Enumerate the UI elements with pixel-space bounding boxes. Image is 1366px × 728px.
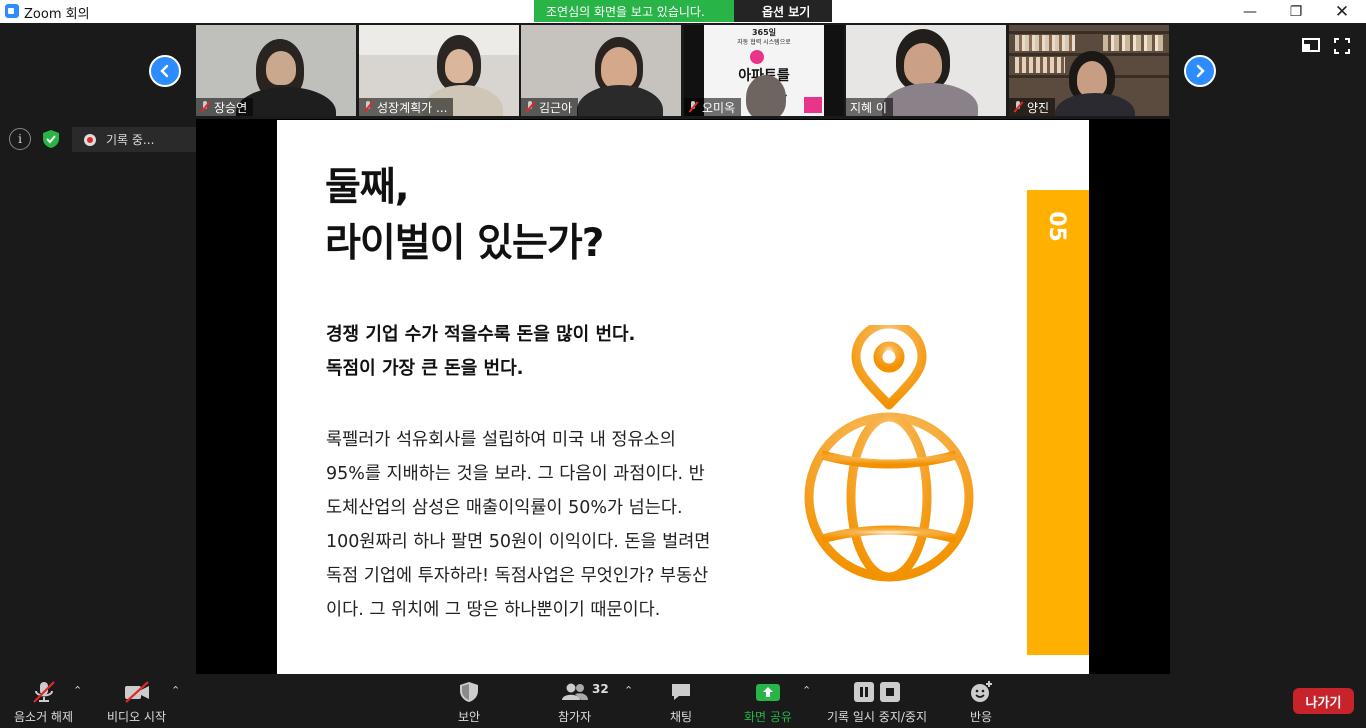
recording-indicator: 기록 중... (72, 127, 196, 152)
slide-heading: 둘째, 라이벌이 있는가? (325, 165, 604, 266)
participant-name-label: 지혜 이 (846, 98, 893, 116)
previous-page-button[interactable] (149, 55, 181, 87)
participant-name-label: 오미옥 (684, 98, 742, 116)
mic-muted-icon (363, 101, 373, 113)
view-options-label: 옵션 보기 (762, 5, 811, 19)
video-tile[interactable]: 지혜 이 (846, 25, 1006, 116)
window-title: Zoom 회의 (24, 7, 90, 22)
microphone-muted-icon (32, 681, 55, 703)
mic-muted-icon (200, 101, 210, 113)
security-label: 보안 (458, 710, 481, 724)
participants-options-caret[interactable]: ⌃ (624, 684, 633, 697)
fullscreen-icon[interactable] (1334, 38, 1350, 54)
slide-subheading: 경쟁 기업 수가 적을수록 돈을 많이 번다. 독점이 가장 큰 돈을 번다. (326, 324, 636, 379)
participant-name: 장승연 (214, 100, 248, 115)
video-tile[interactable]: 장승연 (196, 25, 356, 116)
participants-label: 참가자 (558, 710, 592, 724)
participant-video (746, 75, 786, 116)
participant-name: 오미옥 (702, 100, 736, 115)
chat-bubble-icon (672, 684, 690, 700)
chevron-right-icon (1196, 64, 1205, 78)
encryption-shield-icon[interactable] (40, 128, 62, 150)
restore-button[interactable]: ❐ (1273, 0, 1319, 23)
video-options-caret[interactable]: ⌃ (171, 684, 180, 697)
slide-body: 록펠러가 석유회사를 설립하여 미국 내 정유소의 95%를 지배하는 것을 보… (326, 430, 711, 620)
participant-name: 지혜 이 (850, 100, 887, 115)
reactions-button[interactable]: 반응 (969, 680, 993, 725)
participant-name-label: 성장계획가 ... (359, 98, 454, 116)
close-button[interactable]: ✕ (1319, 0, 1365, 23)
audio-options-caret[interactable]: ⌃ (73, 684, 82, 697)
chevron-left-icon (160, 64, 169, 78)
pause-icon (854, 682, 874, 702)
recording-status: 기록 중... (106, 133, 155, 147)
start-video-button[interactable]: 비디오 시작 (107, 680, 166, 725)
participant-name: 김근아 (539, 100, 573, 115)
participant-name: 성장계획가 ... (377, 100, 448, 115)
participants-icon (561, 683, 588, 700)
shared-screen: 둘째, 라이벌이 있는가? 경쟁 기업 수가 적을수록 돈을 많이 번다. 독점… (196, 119, 1170, 674)
slide-page-number: 05 (1043, 211, 1069, 242)
unmute-button[interactable]: 음소거 해제 (14, 680, 73, 725)
participant-name-label: 양진 (1009, 98, 1056, 116)
participant-name-label: 김근아 (521, 98, 579, 116)
video-tile[interactable]: 365일 자동 협력 시스템으로 아파트를 다 오미옥 (684, 25, 844, 116)
share-options-caret[interactable]: ⌃ (802, 684, 811, 697)
reactions-label: 반응 (969, 710, 993, 724)
stop-icon (880, 682, 900, 702)
video-camera-off-icon (124, 681, 149, 703)
viewing-screen-text: 조연심의 화면을 보고 있습니다. (534, 0, 734, 22)
participants-button[interactable]: 참가자 (558, 680, 591, 725)
reaction-smiley-icon (971, 681, 992, 702)
mic-muted-icon (1013, 101, 1023, 113)
chat-button[interactable]: 채팅 (669, 680, 693, 725)
recording-controls-button[interactable]: 기록 일시 중지/중지 (827, 680, 927, 725)
view-options-button[interactable]: 옵션 보기 ⌄ (734, 0, 832, 34)
chat-label: 채팅 (669, 710, 693, 724)
unmute-label: 음소거 해제 (14, 710, 74, 724)
share-screen-icon (755, 684, 780, 701)
globe-location-icon (804, 325, 974, 582)
zoom-app-icon (5, 4, 19, 18)
record-icon (84, 133, 96, 146)
participant-count: 32 (592, 682, 609, 696)
mic-muted-icon (688, 101, 698, 113)
mic-muted-icon (525, 101, 535, 113)
share-screen-label: 화면 공유 (744, 710, 792, 724)
share-banner: 조연심의 화면을 보고 있습니다. 옵션 보기 ⌄ (534, 0, 832, 34)
participant-name-label: 장승연 (196, 98, 254, 116)
meeting-toolbar: 음소거 해제 ⌃ 비디오 시작 ⌃ 보안 참가자 32 ⌃ 채팅 화면 공유 ⌃… (0, 674, 1366, 728)
recording-controls-label: 기록 일시 중지/중지 (827, 710, 927, 724)
slide-accent-bar: 05 (1027, 190, 1089, 655)
video-tile[interactable]: 양진 (1009, 25, 1169, 116)
side-by-side-icon[interactable] (1302, 38, 1320, 52)
view-controls (1302, 38, 1350, 54)
meeting-info-icon[interactable]: i (9, 128, 31, 150)
next-page-button[interactable] (1184, 55, 1216, 87)
start-video-label: 비디오 시작 (107, 710, 167, 724)
presentation-slide: 둘째, 라이벌이 있는가? 경쟁 기업 수가 적을수록 돈을 많이 번다. 독점… (277, 120, 1089, 674)
security-shield-icon (460, 682, 479, 702)
leave-meeting-button[interactable]: 나가기 (1293, 688, 1354, 714)
video-tile[interactable]: 김근아 (521, 25, 681, 116)
security-button[interactable]: 보안 (458, 680, 480, 725)
share-screen-button[interactable]: 화면 공유 (744, 680, 792, 725)
participant-name: 양진 (1027, 100, 1050, 115)
minimize-button[interactable]: — (1227, 0, 1273, 23)
video-tile[interactable]: 성장계획가 ... (359, 25, 519, 116)
